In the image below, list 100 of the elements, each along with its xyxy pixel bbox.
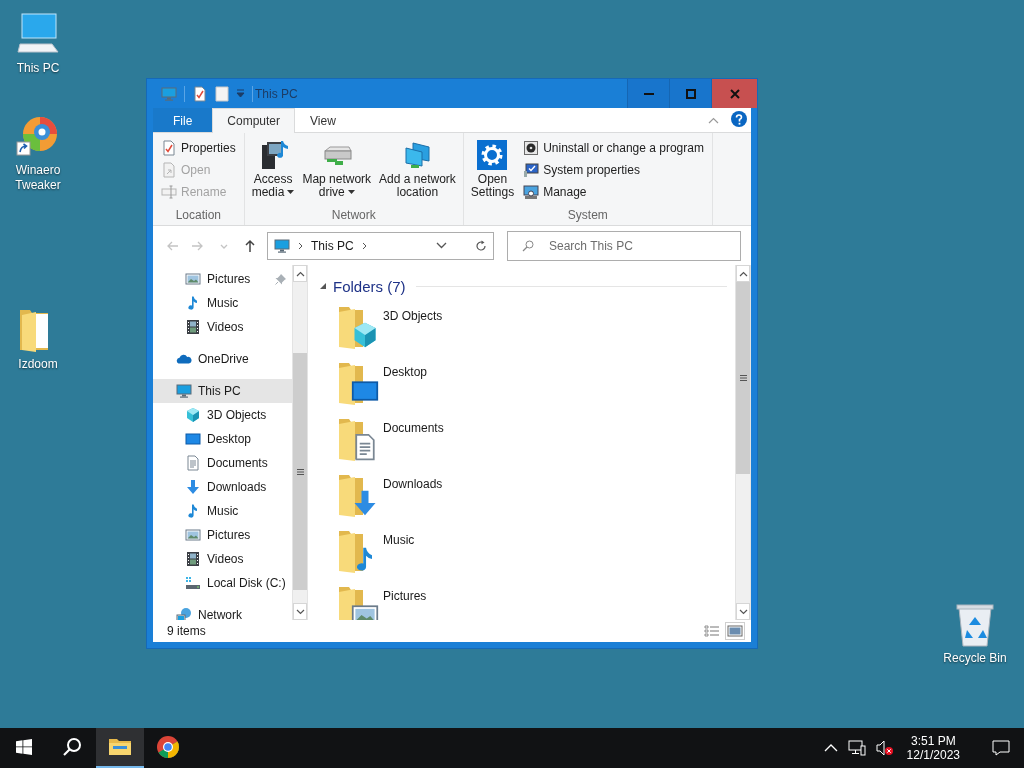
ribbon-group-label: Location [174, 208, 223, 224]
page-icon [215, 85, 229, 102]
network-icon [176, 607, 192, 620]
folder-item[interactable]: Desktop [319, 358, 579, 414]
computer-icon [176, 383, 192, 399]
network-icon [847, 740, 866, 756]
grip-icon [739, 375, 747, 381]
folder-item[interactable]: Documents [319, 414, 579, 470]
drive-icon [185, 575, 201, 591]
caret-down-icon [347, 190, 355, 194]
windows-logo-icon [16, 739, 32, 755]
chevron-right-icon [298, 241, 303, 250]
film-icon [185, 551, 201, 567]
scroll-down-button[interactable] [293, 603, 307, 620]
nav-pane-item[interactable]: OneDrive [153, 347, 292, 371]
breadcrumb[interactable]: This PC [311, 238, 354, 253]
access-media-button[interactable]: Access media [248, 137, 298, 201]
chevron-up-icon [823, 744, 838, 752]
desktop-icon-label: This PC [16, 61, 60, 76]
map-network-drive-button[interactable]: Map network drive [299, 137, 375, 201]
file-menu-tab[interactable]: File [153, 108, 213, 132]
search-field[interactable]: Search This PC [507, 230, 741, 261]
settings-icon [476, 139, 509, 171]
picture-icon [727, 624, 743, 638]
grip-icon [296, 468, 304, 475]
browser-icon [156, 735, 180, 759]
nav-pane-item[interactable]: Documents [153, 451, 292, 475]
properties-button[interactable] [192, 85, 208, 102]
group-header[interactable]: Folders (7) [319, 274, 727, 298]
film-icon [185, 319, 201, 335]
list-icon [704, 624, 720, 638]
item-count: 9 items [167, 624, 206, 638]
folder-item[interactable]: Downloads [319, 470, 579, 526]
chevron-down-icon [436, 242, 447, 249]
pin-icon [275, 273, 286, 285]
folder-item[interactable]: Music [319, 526, 579, 582]
checked-page-icon [161, 140, 177, 156]
computer-icon [274, 237, 290, 254]
caret-down-icon [236, 89, 245, 98]
properties-icon [192, 85, 208, 102]
nav-pane-item[interactable]: Pictures [153, 523, 292, 547]
scrollbar-thumb[interactable] [293, 353, 307, 590]
nav-pane-item[interactable]: Downloads [153, 475, 292, 499]
question-mark-icon [735, 113, 743, 125]
large-icons-view-button[interactable] [725, 622, 745, 640]
nav-pane-item[interactable]: 3D Objects [153, 403, 292, 427]
scroll-up-button[interactable] [736, 265, 750, 282]
page-icon [161, 162, 177, 178]
ribbon-tab[interactable]: Computer [212, 108, 296, 133]
new-folder-button[interactable] [215, 85, 229, 102]
close-button[interactable] [711, 79, 757, 108]
open-settings-button[interactable]: Open Settings [467, 137, 518, 201]
caret-down-icon [287, 190, 295, 194]
uninstall-program-button[interactable]: Uninstall or change a program [519, 137, 708, 159]
manage-button[interactable]: Manage [519, 181, 708, 203]
maximize-button[interactable] [669, 79, 711, 108]
picture-icon [185, 527, 201, 543]
clock[interactable]: 3:51 PM 12/1/2023 [898, 728, 968, 768]
scroll-up-button[interactable] [293, 265, 307, 282]
ribbon-group-label: System [566, 208, 609, 224]
folder-item[interactable]: 3D Objects [319, 302, 579, 358]
window-title: This PC [255, 86, 299, 101]
nav-pane-item[interactable]: Videos [153, 315, 292, 339]
scroll-down-button[interactable] [736, 603, 750, 620]
maximize-icon [685, 88, 696, 99]
triangle-down-icon [319, 282, 327, 290]
folder-item[interactable]: Pictures [319, 582, 579, 620]
details-view-button[interactable] [702, 622, 722, 640]
scrollbar[interactable] [292, 265, 308, 620]
cube-icon [185, 407, 201, 423]
nav-pane-item[interactable]: Videos [153, 547, 292, 571]
help-button[interactable] [731, 111, 747, 127]
refresh-icon [475, 239, 487, 252]
nav-pane-item[interactable]: Network [153, 603, 292, 620]
nav-pane-item[interactable]: Desktop [153, 427, 292, 451]
nav-pane-item[interactable]: Local Disk (C:) [153, 571, 292, 595]
customize-toolbar-button[interactable] [236, 89, 245, 98]
download-arrow-icon [185, 479, 201, 495]
desktop-icon [185, 431, 201, 447]
computer-icon [523, 184, 540, 200]
notification-icon [992, 740, 1010, 756]
ribbon-tab[interactable]: View [295, 108, 351, 133]
properties-button[interactable]: Properties [157, 137, 240, 159]
nav-pane-item[interactable]: Music [153, 291, 292, 315]
scrollbar-thumb[interactable] [736, 282, 750, 474]
nav-pane-item[interactable]: Pictures [153, 267, 292, 291]
nav-pane-item[interactable]: Music [153, 499, 292, 523]
address-bar[interactable]: This PC [267, 231, 494, 260]
scrollbar[interactable] [735, 265, 751, 620]
rename-icon [161, 184, 177, 200]
arrow-up-icon [243, 238, 257, 253]
nav-pane-item[interactable]: This PC [153, 379, 292, 403]
desktop-icon-label: Recycle Bin [943, 651, 1007, 666]
chevron-up-icon [708, 116, 719, 124]
ribbon-group-label: Network [330, 208, 377, 224]
file-explorer-button[interactable] [96, 728, 144, 768]
desktop-icon-label: Izdoom [18, 357, 58, 372]
add-network-location-button[interactable]: Add a network location [376, 137, 459, 201]
system-properties-button[interactable]: System properties [519, 159, 708, 181]
search-icon [522, 239, 534, 252]
